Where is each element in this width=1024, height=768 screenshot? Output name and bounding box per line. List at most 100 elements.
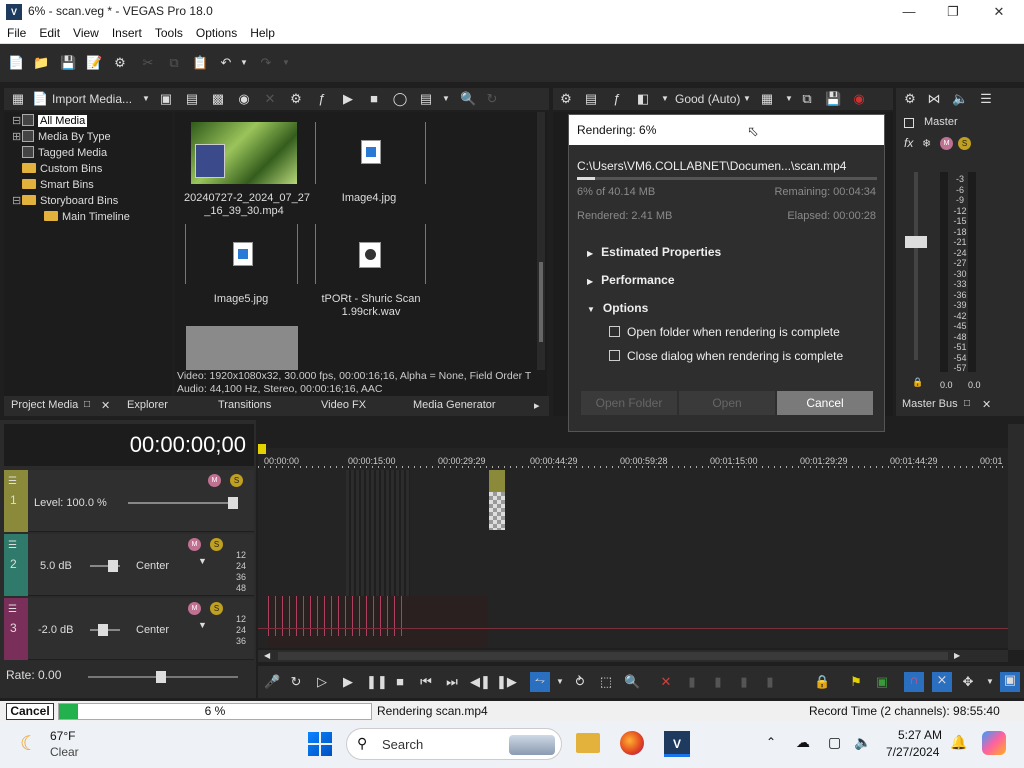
level-slider[interactable] — [128, 502, 238, 504]
option-open-folder[interactable]: Open folder when rendering is complete — [609, 325, 840, 339]
video-fx-icon[interactable]: ƒ — [609, 91, 625, 107]
save-as-icon[interactable]: 📝 — [86, 55, 102, 71]
ignore-grouping-icon[interactable]: ▣ — [1000, 672, 1020, 692]
refresh-icon[interactable]: ↻ — [484, 91, 500, 107]
mute-icon[interactable]: M — [208, 474, 221, 487]
menu-options[interactable]: Options — [189, 24, 243, 40]
checkbox[interactable] — [609, 350, 620, 361]
master-tab-close-icon[interactable]: ✕ — [982, 398, 991, 411]
open-button[interactable]: Open — [679, 391, 775, 415]
solo-icon[interactable]: S — [958, 137, 971, 150]
solo-icon[interactable]: S — [230, 474, 243, 487]
web-icon[interactable]: ▩ — [210, 91, 226, 107]
mixer-gear-icon[interactable]: ⚙ — [902, 91, 918, 107]
master-fx-icon[interactable]: fx — [904, 136, 913, 150]
menu-edit[interactable]: Edit — [32, 24, 66, 40]
undo-dropdown-icon[interactable]: ▼ — [236, 55, 252, 71]
play-icon[interactable]: ▶ — [340, 674, 356, 690]
stop-icon[interactable]: ■ — [392, 674, 408, 690]
master-routing-icon[interactable]: ❄ — [922, 137, 931, 150]
playhead-marker[interactable] — [258, 444, 266, 454]
speaker-icon[interactable]: 🔈 — [952, 91, 968, 107]
tab-master-bus[interactable]: Master Bus — [902, 398, 958, 410]
save-snapshot-icon[interactable]: 💾 — [825, 91, 841, 107]
checkbox[interactable] — [609, 326, 620, 337]
play-from-start-icon[interactable]: ▷ — [314, 674, 330, 690]
tree-item-storyboard-bins[interactable]: ⊟ Storyboard Bins — [12, 193, 118, 209]
copilot-icon[interactable] — [982, 731, 1006, 755]
pause-icon[interactable]: ❚❚ — [366, 674, 388, 690]
redo-dropdown-icon[interactable]: ▼ — [278, 55, 294, 71]
menu-tools[interactable]: Tools — [148, 24, 189, 40]
image-event[interactable] — [489, 470, 505, 492]
menu-view[interactable]: View — [66, 24, 105, 40]
split-dropdown-icon[interactable]: ▼ — [657, 91, 673, 107]
menu-file[interactable]: File — [0, 24, 32, 40]
windows-start-icon[interactable] — [308, 732, 332, 756]
notification-bell-icon[interactable]: 🔔 — [950, 734, 967, 751]
taskbar-search[interactable]: ⚲ Search — [346, 728, 562, 760]
normal-edit-tool-icon[interactable]: ⥊ — [530, 672, 550, 692]
tab-transitions[interactable]: Transitions — [218, 399, 271, 411]
settings-gear-icon[interactable]: ⚙ — [112, 55, 128, 71]
grid-scrollbar[interactable] — [537, 112, 545, 370]
preview-quality[interactable]: Good (Auto) — [675, 92, 740, 106]
minimize-button[interactable]: — — [894, 2, 924, 22]
level-slider-handle[interactable] — [228, 497, 238, 509]
tab-pin-icon[interactable]: □ — [84, 399, 90, 410]
open-folder-icon[interactable]: 📁 — [33, 55, 49, 71]
views-icon[interactable]: ▤ — [418, 91, 434, 107]
trim-start-icon[interactable]: ▮ — [684, 674, 700, 690]
weather-temp[interactable]: 67°F — [50, 729, 75, 743]
section-options[interactable]: ▼ Options — [587, 301, 648, 315]
audio-file-icon[interactable] — [359, 242, 381, 268]
lock-icon[interactable]: 🔒 — [912, 377, 923, 388]
undo-icon[interactable]: ↶ — [218, 55, 234, 71]
timeline-hscroll[interactable]: ◀ ▶ — [258, 650, 1008, 662]
video-thumbnail[interactable] — [191, 122, 297, 184]
pan-marker-icon[interactable]: ▼ — [198, 620, 207, 630]
option-close-dialog[interactable]: Close dialog when rendering is complete — [609, 349, 843, 363]
new-file-icon[interactable]: 📄 — [8, 55, 24, 71]
solo-icon[interactable]: S — [210, 602, 223, 615]
edit-tool-dropdown-icon[interactable]: ▼ — [552, 674, 568, 690]
go-to-end-icon[interactable]: ⏭ — [444, 674, 460, 690]
tree-item-custom-bins[interactable]: Custom Bins — [22, 161, 102, 177]
insert-region-icon[interactable]: ▣ — [874, 674, 890, 690]
tab-explorer[interactable]: Explorer — [127, 399, 168, 411]
network-icon[interactable]: ☁ — [796, 734, 810, 751]
snapping-icon[interactable]: ∩ — [904, 672, 924, 692]
clock-date[interactable]: 7/27/2024 — [886, 745, 939, 759]
media-fx-icon[interactable]: ƒ — [314, 91, 330, 107]
prev-frame-icon[interactable]: ◀❚ — [470, 674, 491, 690]
open-folder-button[interactable]: Open Folder — [581, 391, 677, 415]
show-hidden-icons[interactable]: ⌃ — [766, 735, 776, 749]
menu-insert[interactable]: Insert — [105, 24, 148, 40]
weather-moon-icon[interactable]: ☾ — [20, 731, 38, 756]
tab-project-media[interactable]: Project Media — [11, 399, 78, 411]
import-media-button[interactable]: Import Media... — [52, 92, 132, 106]
tabs-scroll-right-icon[interactable]: ▸ — [534, 399, 540, 412]
image-file-icon[interactable] — [233, 242, 253, 266]
firefox-icon[interactable] — [620, 731, 644, 755]
media-thumbnail[interactable] — [186, 326, 298, 370]
go-to-start-icon[interactable]: ⏮ — [418, 674, 434, 690]
paste-icon[interactable]: 📋 — [192, 55, 208, 71]
overlays-grid-icon[interactable]: ▦ — [759, 91, 775, 107]
import-dropdown-icon[interactable]: ▼ — [138, 91, 154, 107]
track-menu-icon[interactable]: ☰ — [4, 598, 28, 621]
menu-help[interactable]: Help — [243, 24, 281, 40]
split-screen-icon[interactable]: ◧ — [635, 91, 651, 107]
copy-icon[interactable]: ⧉ — [166, 55, 182, 71]
video-event[interactable] — [346, 470, 410, 596]
volume-icon[interactable]: 🔈 — [854, 734, 871, 751]
stop-icon[interactable]: ■ — [366, 91, 382, 107]
section-estimated-properties[interactable]: ▶ Estimated Properties — [587, 245, 721, 259]
trim-end-icon[interactable]: ▮ — [710, 674, 726, 690]
tab-close-icon[interactable]: ✕ — [101, 399, 110, 412]
timeline-vscroll[interactable] — [1008, 424, 1024, 650]
mute-icon[interactable]: M — [188, 602, 201, 615]
save-icon[interactable]: 💾 — [60, 55, 76, 71]
overlays-dropdown-icon[interactable]: ▼ — [781, 91, 797, 107]
record-icon[interactable]: ◉ — [851, 91, 867, 107]
